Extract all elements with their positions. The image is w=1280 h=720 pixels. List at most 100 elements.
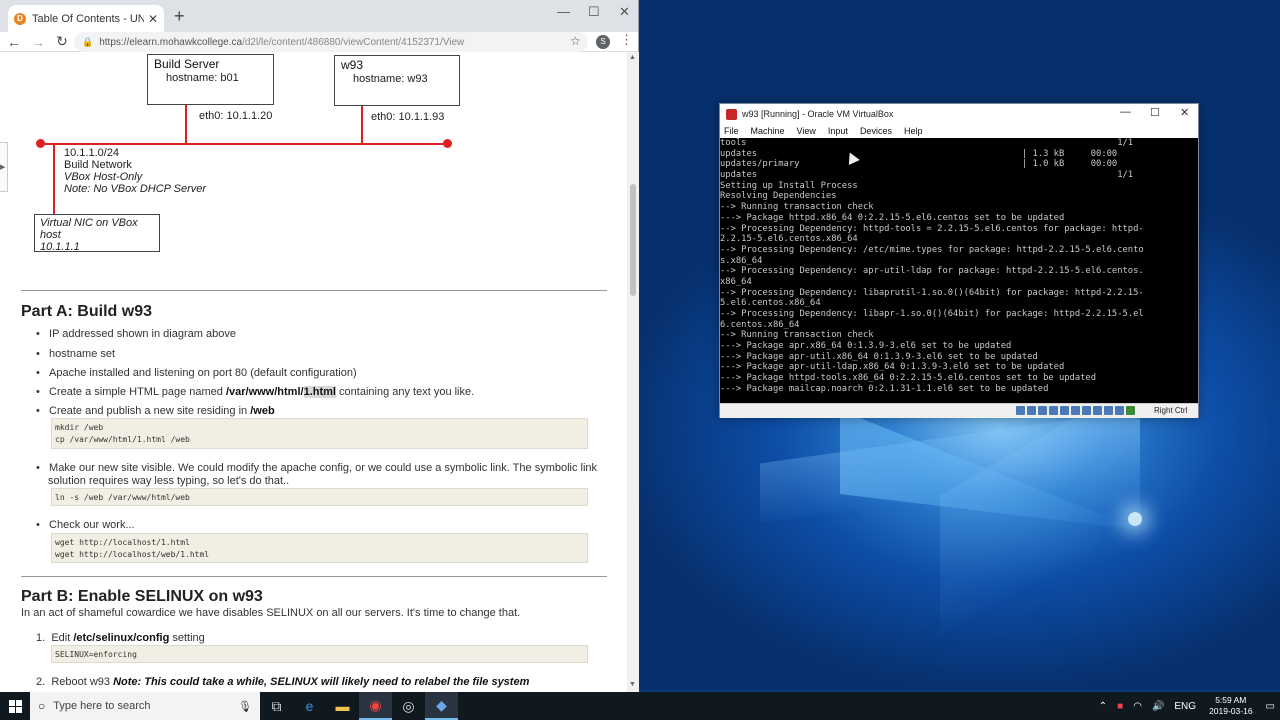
menu-view[interactable]: View xyxy=(797,126,816,136)
system-tray: ⌃ ■ ◠ 🔊 ENG 5:59 AM 2019-03-16 ▭ xyxy=(1094,692,1280,720)
scroll-down-icon[interactable]: ▼ xyxy=(629,681,636,688)
vnic-line: host xyxy=(40,229,61,241)
optical-drive-icon[interactable] xyxy=(1027,406,1036,415)
profile-avatar[interactable]: S xyxy=(596,35,610,49)
vm-console[interactable]: tools 1/1 updates | 1.3 kB 00:00 updates/p… xyxy=(720,138,1198,403)
terminal-line: --> Processing Dependency: apr-util-ldap… xyxy=(720,266,1144,277)
path-text: /etc/selinux/config xyxy=(73,632,170,644)
taskbar-search[interactable]: ○ Type here to search 🎙 xyxy=(30,692,260,720)
cpu-icon[interactable] xyxy=(1104,406,1113,415)
obs-icon[interactable]: ◎ xyxy=(392,692,425,720)
menu-machine[interactable]: Machine xyxy=(751,126,785,136)
side-panel-toggle-icon[interactable]: ▶ xyxy=(0,142,8,192)
file-explorer-icon[interactable]: ▬ xyxy=(326,692,359,720)
url-host: https://elearn.mohawkcollege.ca xyxy=(99,36,243,48)
menu-input[interactable]: Input xyxy=(828,126,848,136)
terminal-line: ---> Package mailcap.noarch 0:2.1.31-1.1… xyxy=(720,383,1049,394)
task-view-icon[interactable]: ⧉ xyxy=(260,692,293,720)
maximize-icon[interactable]: ☐ xyxy=(1150,106,1160,119)
vbox-menubar: File Machine View Input Devices Help xyxy=(720,124,1198,138)
address-bar[interactable]: 🔒 https://elearn.mohawkcollege.ca/d2l/le… xyxy=(74,32,588,52)
vnic-line: Virtual NIC on VBox xyxy=(40,217,138,229)
notifications-icon[interactable]: ▭ xyxy=(1266,701,1275,712)
w93-hostname: hostname: w93 xyxy=(353,73,428,85)
volume-icon[interactable]: 🔊 xyxy=(1152,701,1164,712)
minimize-icon[interactable]: — xyxy=(1120,106,1131,118)
usb-icon[interactable] xyxy=(1060,406,1069,415)
vbox-titlebar[interactable]: w93 [Running] - Oracle VM VirtualBox — ☐… xyxy=(720,104,1198,124)
virtualbox-taskbar-icon[interactable]: ◆ xyxy=(425,692,458,720)
list-item-continuation: solution requires way less typing, so le… xyxy=(48,475,290,487)
code-block: SELINUX=enforcing xyxy=(51,645,588,663)
subnet-label: 10.1.1.0/24 xyxy=(64,147,120,159)
chrome-icon[interactable]: ◉ xyxy=(359,692,392,720)
mouse-integration-icon[interactable] xyxy=(1115,406,1124,415)
terminal-line: --> Processing Dependency: /etc/mime.typ… xyxy=(720,244,1144,255)
vnic-line: 10.1.1.1 xyxy=(40,241,80,253)
new-tab-icon[interactable]: + xyxy=(174,6,185,27)
eth-w93-label: eth0: 10.1.1.93 xyxy=(371,111,445,123)
terminal-line: ---> Package apr-util.x86_64 0:1.3.9-3.e… xyxy=(720,351,1038,362)
search-icon: ○ xyxy=(38,699,46,713)
part-b-intro: In an act of shameful cowardice we have … xyxy=(21,607,521,619)
host-key-label: Right Ctrl xyxy=(1154,406,1188,415)
bookmark-star-icon[interactable]: ☆ xyxy=(570,34,581,48)
step-text: setting xyxy=(169,632,205,644)
tab-table-of-contents[interactable]: D Table Of Contents - UNIX Securit ✕ xyxy=(8,5,164,32)
page-scrollbar[interactable]: ▲ ▼ xyxy=(627,52,639,692)
menu-file[interactable]: File xyxy=(724,126,739,136)
step-number: 1. xyxy=(36,632,46,644)
url-text: https://elearn.mohawkcollege.ca/d2l/le/c… xyxy=(99,37,464,48)
audio-icon[interactable] xyxy=(1038,406,1047,415)
lock-icon: 🔒 xyxy=(82,36,94,47)
forward-icon[interactable]: → xyxy=(28,34,48,50)
display-icon[interactable] xyxy=(1082,406,1091,415)
step-text: Edit xyxy=(51,632,74,644)
virtual-nic-box: Virtual NIC on VBox host 10.1.1.1 xyxy=(34,214,160,253)
shared-folder-icon[interactable] xyxy=(1071,406,1080,415)
clock-date: 2019-03-16 xyxy=(1209,706,1253,716)
microphone-icon[interactable]: 🎙 xyxy=(238,700,252,713)
close-window-icon[interactable]: ✕ xyxy=(619,4,630,20)
terminal-line: --> Processing Dependency: libaprutil-1.… xyxy=(720,287,1144,298)
vbox-window-title: w93 [Running] - Oracle VM VirtualBox xyxy=(742,109,894,119)
build-server-title: Build Server xyxy=(154,57,220,71)
edge-icon[interactable]: e xyxy=(293,692,326,720)
keyboard-capture-icon[interactable] xyxy=(1126,406,1135,415)
list-item-text: hostname set xyxy=(49,348,116,360)
browser-toolbar: ← → ↻ 🔒 https://elearn.mohawkcollege.ca/… xyxy=(0,32,638,52)
windows-logo-icon xyxy=(8,699,22,713)
wifi-icon[interactable]: ◠ xyxy=(1133,701,1142,712)
menu-devices[interactable]: Devices xyxy=(860,126,892,136)
list-item-text: Make our new site visible. We could modi… xyxy=(49,462,598,474)
list-item-text: Check our work... xyxy=(49,519,135,531)
terminal-line: ---> Package apr-util-ldap.x86_64 0:1.3.… xyxy=(720,362,1065,373)
page-content: ▶ Build Server hostname: b01 w93 hostnam… xyxy=(0,52,627,692)
scroll-up-icon[interactable]: ▲ xyxy=(629,54,636,61)
capture-icon[interactable] xyxy=(1093,406,1102,415)
close-tab-icon[interactable]: ✕ xyxy=(148,12,158,26)
terminal-line: --> Running transaction check xyxy=(720,202,874,213)
network-icon[interactable] xyxy=(1049,406,1058,415)
list-item: • IP addressed shown in diagram above xyxy=(36,328,236,340)
network-end-dot xyxy=(36,139,45,148)
hdd-icon[interactable] xyxy=(1016,406,1025,415)
maximize-icon[interactable]: ☐ xyxy=(588,4,600,20)
scrollbar-thumb[interactable] xyxy=(630,184,636,296)
reload-icon[interactable]: ↻ xyxy=(52,33,72,50)
device-status-icons xyxy=(1016,406,1135,415)
back-icon[interactable]: ← xyxy=(4,34,24,50)
show-hidden-icons-icon[interactable]: ⌃ xyxy=(1099,701,1107,712)
language-indicator[interactable]: ENG xyxy=(1174,701,1196,712)
terminal-line: --> Running transaction check xyxy=(720,330,874,341)
close-window-icon[interactable]: ✕ xyxy=(1180,106,1189,119)
menu-help[interactable]: Help xyxy=(904,126,923,136)
start-button[interactable] xyxy=(0,692,30,720)
minimize-icon[interactable]: — xyxy=(557,4,570,19)
clock[interactable]: 5:59 AM 2019-03-16 xyxy=(1209,695,1252,717)
menu-kebab-icon[interactable]: ⋮ xyxy=(620,32,633,48)
list-item-text: Create and publish a new site residing i… xyxy=(49,405,251,417)
tab-title: Table Of Contents - UNIX Securit xyxy=(32,12,144,25)
list-item-text: Create a simple HTML page named xyxy=(49,386,226,398)
recording-icon[interactable]: ■ xyxy=(1117,701,1123,712)
